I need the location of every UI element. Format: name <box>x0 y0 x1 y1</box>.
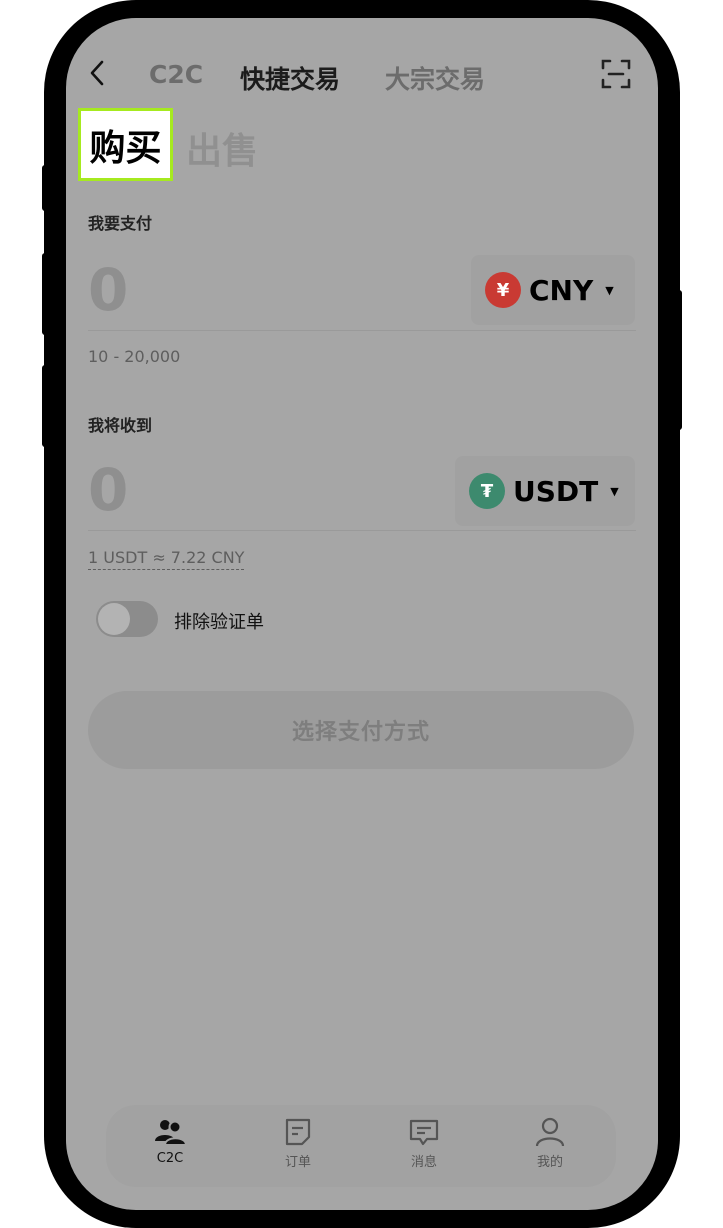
buy-tab[interactable]: 购买 <box>78 108 173 181</box>
message-icon <box>409 1119 439 1146</box>
pay-range-hint: 10 - 20,000 <box>88 347 181 366</box>
document-icon <box>285 1118 311 1146</box>
yuan-icon: ¥ <box>485 272 521 308</box>
receive-currency-code: USDT <box>513 474 599 508</box>
exclude-verified-toggle[interactable] <box>96 601 158 637</box>
nav-item-messages[interactable]: 消息 <box>384 1117 464 1170</box>
tab-c2c[interactable]: C2C <box>149 60 203 89</box>
divider <box>88 330 636 331</box>
nav-item-c2c[interactable]: C2C <box>130 1117 210 1166</box>
caret-down-icon: ▼ <box>605 283 614 297</box>
nav-label-c2c: C2C <box>156 1151 184 1166</box>
pay-label: 我要支付 <box>88 214 153 233</box>
tether-icon: ₮ <box>469 473 505 509</box>
tab-quick-trade[interactable]: 快捷交易 <box>240 60 340 96</box>
bottom-nav: C2C 订单 消息 我的 <box>106 1105 616 1187</box>
exclude-verified-label: 排除验证单 <box>174 612 264 633</box>
toggle-knob <box>98 603 130 635</box>
volume-up-button <box>42 253 48 335</box>
nav-item-orders[interactable]: 订单 <box>258 1117 338 1170</box>
users-icon <box>155 1120 187 1146</box>
nav-item-profile[interactable]: 我的 <box>510 1117 590 1170</box>
power-button <box>676 290 682 430</box>
volume-down-button <box>42 365 48 447</box>
back-button[interactable] <box>88 58 108 92</box>
pay-currency-selector[interactable]: ¥ CNY ▼ <box>471 255 635 325</box>
receive-currency-selector[interactable]: ₮ USDT ▼ <box>455 456 635 526</box>
pay-amount-input[interactable]: 0 <box>88 261 128 319</box>
receive-amount-input[interactable]: 0 <box>88 461 128 519</box>
nav-label-orders: 订单 <box>284 1155 311 1170</box>
pay-currency-code: CNY <box>529 273 594 307</box>
person-icon <box>535 1117 565 1147</box>
app-screen: C2C 快捷交易 大宗交易 购买 出售 我要支付 0 ¥ CNY ▼ 10 - … <box>66 18 658 1210</box>
select-payment-button[interactable]: 选择支付方式 <box>88 691 634 769</box>
nav-label-messages: 消息 <box>410 1155 437 1170</box>
receive-label: 我将收到 <box>88 416 153 435</box>
caret-down-icon: ▼ <box>610 484 619 498</box>
scan-button[interactable] <box>600 58 632 94</box>
chevron-left-icon <box>90 60 104 86</box>
scan-icon <box>601 59 631 89</box>
divider <box>88 530 636 531</box>
exchange-rate[interactable]: 1 USDT ≈ 7.22 CNY <box>88 548 245 570</box>
mute-switch <box>42 165 48 211</box>
sell-tab[interactable]: 出售 <box>186 122 258 174</box>
tab-block-trade[interactable]: 大宗交易 <box>385 60 485 96</box>
nav-label-profile: 我的 <box>536 1155 563 1170</box>
